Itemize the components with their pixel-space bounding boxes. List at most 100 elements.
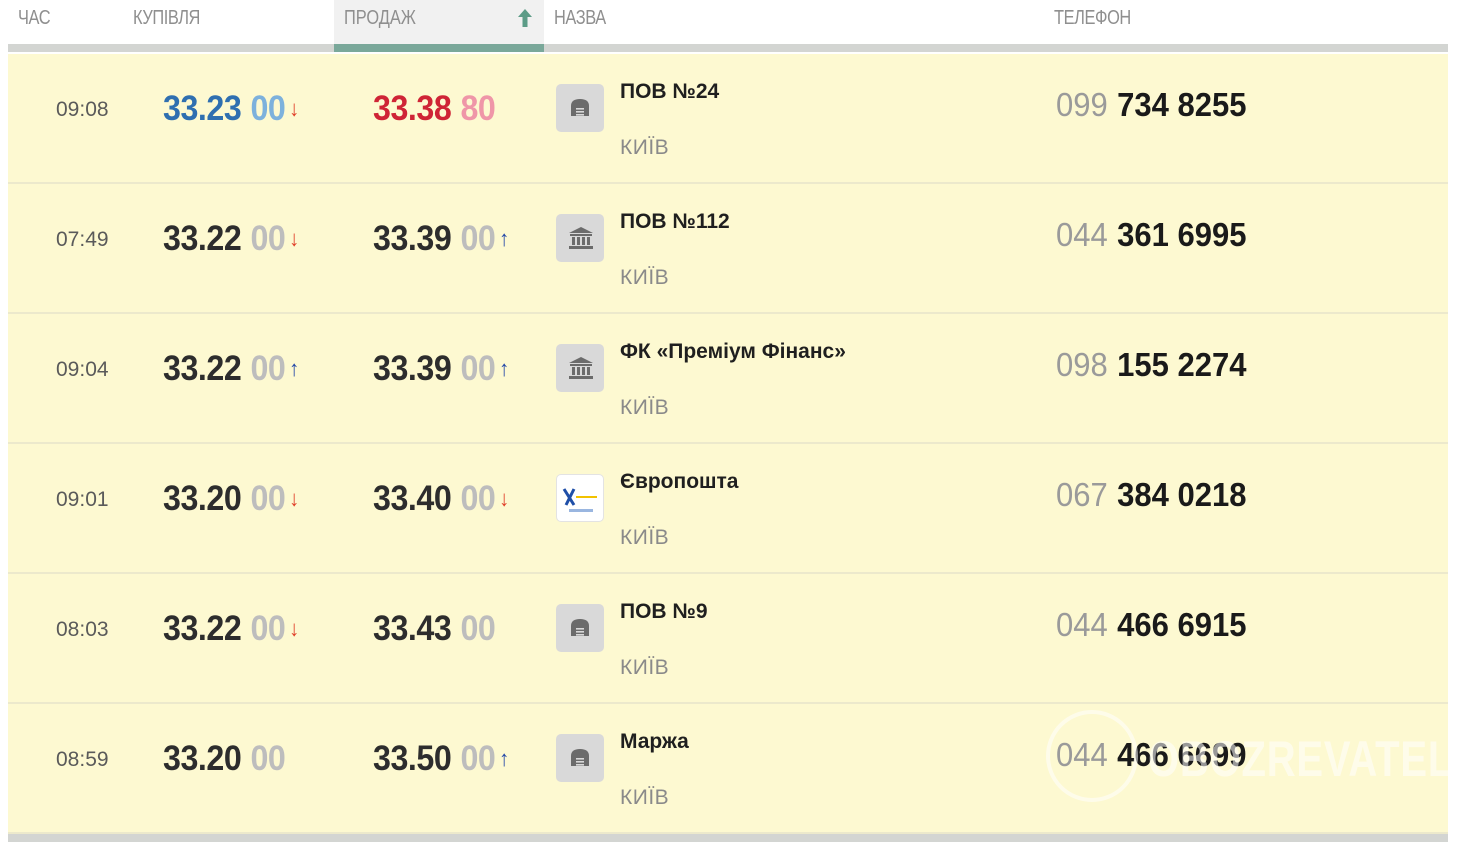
sell-rate: 33.50 00 ↑: [373, 739, 509, 779]
table-row[interactable]: 07:49 33.22 00 ↓ 33.39 00 ↑ ПОВ №112 КИЇВ 04…: [8, 184, 1448, 314]
phone-code: 044: [1056, 606, 1108, 643]
phone-number-link[interactable]: 044 466 6915: [1056, 606, 1247, 644]
phone-code: 044: [1056, 736, 1108, 773]
buy-rate: 33.22 00 ↓: [163, 609, 299, 649]
exchange-name-link[interactable]: ПОВ №9: [620, 600, 708, 624]
exchange-name-link[interactable]: Європошта: [620, 470, 738, 494]
sell-rate: 33.43 00: [373, 609, 496, 649]
vault-logo[interactable]: [556, 84, 604, 132]
sort-up-arrow-icon[interactable]: [517, 8, 533, 28]
sell-rate: 33.40 00 ↓: [373, 479, 509, 519]
table-row[interactable]: 09:01 33.20 00 ↓ 33.40 00 ↓ Європошта КИЇВ 0…: [8, 444, 1448, 574]
arrow-up-icon: ↑: [499, 226, 509, 251]
buy-rate: 33.22 00 ↓: [163, 219, 299, 259]
rate-time: 09:04: [56, 358, 109, 381]
phone-number-link[interactable]: 099 734 8255: [1056, 86, 1247, 124]
vault-icon: [571, 619, 589, 636]
column-header-sell-active[interactable]: ПРОДАЖ: [334, 0, 544, 44]
phone-number-link[interactable]: 044 466 6699: [1056, 736, 1247, 774]
column-header-name[interactable]: НАЗВА: [554, 0, 606, 44]
sell-rate-fraction: 00: [460, 479, 496, 518]
bank-logo[interactable]: [556, 344, 604, 392]
table-row[interactable]: 09:04 33.22 00 ↑ 33.39 00 ↑ ФК «Преміум Фіна…: [8, 314, 1448, 444]
phone-code: 067: [1056, 476, 1108, 513]
table-row[interactable]: 08:03 33.22 00 ↓ 33.43 00 ПОВ №9 КИЇВ 044 46…: [8, 574, 1448, 704]
sell-rate-value: 33.38: [373, 89, 452, 128]
bank-icon: [569, 227, 593, 249]
phone-digits: 734 8255: [1117, 86, 1247, 123]
sell-rate-value: 33.40: [373, 479, 452, 518]
arrow-down-icon: ↓: [289, 96, 299, 121]
rate-time: 07:49: [56, 228, 109, 251]
buy-rate-value: 33.22: [163, 349, 242, 388]
sell-rate-fraction: 00: [460, 609, 496, 648]
phone-code: 098: [1056, 346, 1108, 383]
exchange-name-link[interactable]: ПОВ №112: [620, 210, 730, 234]
exchange-city: КИЇВ: [620, 656, 670, 679]
rates-table: 09:08 33.23 00 ↓ 33.38 80 ПОВ №24 КИЇВ 099 7…: [8, 54, 1448, 834]
exchange-name-link[interactable]: Маржа: [620, 730, 689, 754]
sell-rate-fraction: 80: [460, 89, 496, 128]
buy-rate-value: 33.22: [163, 609, 242, 648]
sell-rate-fraction: 00: [460, 349, 496, 388]
phone-digits: 384 0218: [1117, 476, 1247, 513]
buy-rate: 33.20 00: [163, 739, 286, 779]
sell-rate: 33.38 80: [373, 89, 496, 129]
buy-rate: 33.20 00 ↓: [163, 479, 299, 519]
buy-rate: 33.23 00 ↓: [163, 89, 299, 129]
buy-rate-value: 33.20: [163, 739, 242, 778]
exchange-name-link[interactable]: ПОВ №24: [620, 80, 719, 104]
arrow-down-icon: ↓: [289, 226, 299, 251]
exchange-name-link[interactable]: ФК «Преміум Фінанс»: [620, 340, 846, 364]
phone-code: 044: [1056, 216, 1108, 253]
sell-rate-fraction: 00: [460, 739, 496, 778]
exchange-city: КИЇВ: [620, 396, 670, 419]
table-row[interactable]: 09:08 33.23 00 ↓ 33.38 80 ПОВ №24 КИЇВ 099 7…: [8, 54, 1448, 184]
sell-rate-fraction: 00: [460, 219, 496, 258]
phone-digits: 466 6915: [1117, 606, 1247, 643]
sell-rate-value: 33.50: [373, 739, 452, 778]
exchange-city: КИЇВ: [620, 786, 670, 809]
arrow-up-icon: ↑: [289, 356, 299, 381]
buy-rate-fraction: 00: [250, 739, 286, 778]
exchange-city: КИЇВ: [620, 136, 670, 159]
buy-rate-value: 33.23: [163, 89, 242, 128]
arrow-up-icon: ↑: [499, 356, 509, 381]
buy-rate-fraction: 00: [250, 609, 286, 648]
phone-number-link[interactable]: 044 361 6995: [1056, 216, 1247, 254]
column-header-time[interactable]: ЧАС: [18, 0, 51, 44]
table-bottom-divider: [8, 834, 1448, 842]
bank-logo[interactable]: [556, 214, 604, 262]
sell-rate: 33.39 00 ↑: [373, 349, 509, 389]
europoshta-logo: [562, 488, 597, 512]
buy-rate: 33.22 00 ↑: [163, 349, 299, 389]
phone-digits: 361 6995: [1117, 216, 1247, 253]
rate-time: 09:01: [56, 488, 109, 511]
exchange-city: КИЇВ: [620, 266, 670, 289]
phone-number-link[interactable]: 098 155 2274: [1056, 346, 1247, 384]
phone-number-link[interactable]: 067 384 0218: [1056, 476, 1247, 514]
rate-time: 09:08: [56, 98, 109, 121]
sell-rate-value: 33.39: [373, 219, 452, 258]
arrow-down-icon: ↓: [289, 486, 299, 511]
buy-rate-value: 33.22: [163, 219, 242, 258]
rate-time: 08:03: [56, 618, 109, 641]
sell-rate-value: 33.39: [373, 349, 452, 388]
vault-logo[interactable]: [556, 734, 604, 782]
table-row[interactable]: 08:59 33.20 00 33.50 00 ↑ Маржа КИЇВ 044 466…: [8, 704, 1448, 834]
sell-rate-value: 33.43: [373, 609, 452, 648]
buy-rate-fraction: 00: [250, 89, 286, 128]
buy-rate-fraction: 00: [250, 219, 286, 258]
rate-time: 08:59: [56, 748, 109, 771]
bank-icon: [569, 357, 593, 379]
vault-icon: [571, 749, 589, 766]
column-header-buy[interactable]: КУПІВЛЯ: [133, 0, 200, 44]
vault-logo[interactable]: [556, 604, 604, 652]
europoshta-logo-box[interactable]: [556, 474, 604, 522]
active-sort-indicator: [334, 44, 544, 52]
arrow-down-icon: ↓: [499, 486, 509, 511]
phone-code: 099: [1056, 86, 1108, 123]
column-header-phone[interactable]: ТЕЛЕФОН: [1054, 0, 1131, 44]
column-header-sell-label: ПРОДАЖ: [344, 7, 416, 29]
phone-digits: 466 6699: [1117, 736, 1247, 773]
